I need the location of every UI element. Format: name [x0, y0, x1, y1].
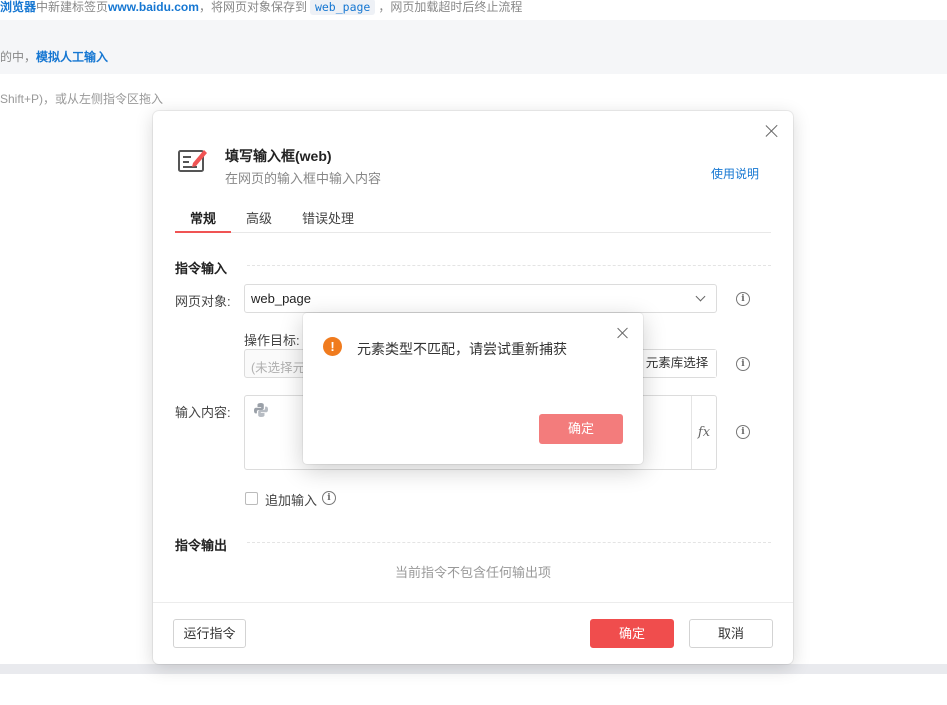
help-link[interactable]: 使用说明	[711, 165, 759, 182]
section-divider	[247, 265, 771, 266]
append-input-text: 追加输入	[265, 493, 318, 508]
warning-icon: !	[323, 337, 342, 356]
web-object-value: web_page	[251, 291, 311, 306]
bg-url: www.baidu.com	[108, 0, 199, 14]
mismatch-alert-dialog: ! 元素类型不匹配，请尝试重新捕获 确定	[303, 313, 643, 464]
tab-error-handling[interactable]: 错误处理	[302, 208, 354, 233]
section-title-output: 指令输出	[175, 538, 228, 553]
bg-text: 中新建标签页	[36, 0, 109, 14]
content-label: 输入内容:	[175, 405, 231, 420]
alert-close-icon[interactable]	[617, 327, 629, 339]
tab-advanced[interactable]: 高级	[246, 208, 272, 233]
append-input-checkbox[interactable]	[245, 492, 258, 505]
tab-general[interactable]: 常规	[190, 208, 216, 233]
fill-input-icon	[178, 150, 207, 172]
alert-message: 元素类型不匹配，请尝试重新捕获	[357, 341, 567, 357]
active-tab-indicator	[175, 231, 231, 233]
web-object-label: 网页对象:	[175, 294, 231, 309]
bg-step-text-1: 浏览器中新建标签页www.baidu.com，将网页对象保存到 web_page，…	[0, 0, 522, 20]
alert-confirm-button[interactable]: 确定	[539, 414, 623, 444]
bg-simulate-input-link[interactable]: 模拟人工输入	[36, 50, 108, 64]
python-icon	[254, 403, 268, 417]
section-title-input: 指令输入	[175, 261, 228, 276]
confirm-button[interactable]: 确定	[590, 619, 674, 648]
dialog-close-icon[interactable]	[765, 124, 779, 138]
section-divider	[247, 542, 771, 543]
bg-var-chip: web_page	[309, 0, 376, 15]
append-input-label: 追加输入	[265, 490, 317, 509]
bg-step-band	[0, 20, 947, 74]
bg-browser-link[interactable]: 浏览器	[0, 0, 36, 14]
info-icon[interactable]: i	[736, 425, 750, 439]
fx-button[interactable]: fx	[691, 396, 716, 469]
bg-text: ，网页加载超时后终止流程	[378, 0, 523, 14]
element-library-button[interactable]: 元素库选择	[637, 350, 716, 377]
target-label: 操作目标:	[244, 333, 300, 348]
bg-hint-text: Shift+P)，或从左侧指令区拖入	[0, 92, 164, 106]
bg-step-text-2: 的中，模拟人工输入	[0, 50, 108, 64]
tab-bar: 常规 高级 错误处理	[175, 204, 771, 233]
bg-text: ，将网页对象保存到	[198, 0, 307, 14]
run-command-button[interactable]: 运行指令	[173, 619, 246, 648]
dialog-subtitle: 在网页的输入框中输入内容	[225, 171, 382, 186]
web-object-select[interactable]: web_page	[244, 284, 717, 313]
info-icon[interactable]: i	[736, 357, 750, 371]
bg-text: 的中，	[0, 50, 37, 64]
info-icon[interactable]: i	[322, 491, 336, 505]
bg-bottom-bar	[0, 664, 947, 674]
dialog-title: 填写输入框(web)	[225, 148, 332, 164]
chevron-down-icon	[695, 291, 706, 302]
footer-divider	[153, 602, 793, 603]
cancel-button[interactable]: 取消	[689, 619, 773, 648]
output-empty-note: 当前指令不包含任何输出项	[394, 565, 551, 580]
info-icon[interactable]: i	[736, 292, 750, 306]
